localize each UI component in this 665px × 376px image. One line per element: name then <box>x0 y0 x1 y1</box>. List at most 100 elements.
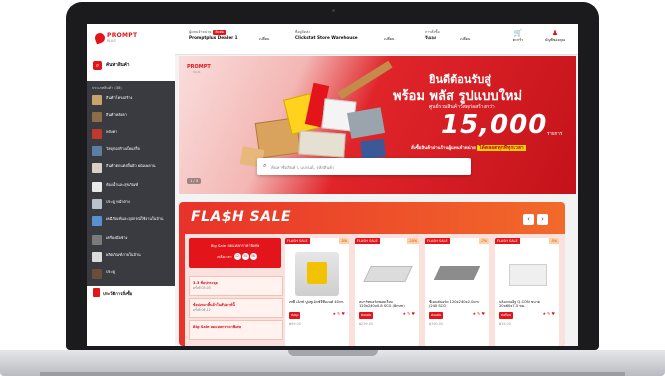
cart-icon: 🛒 <box>513 29 523 37</box>
category-label: สินค้าตกแต่งพื้นผิว ผนังเพดาน <box>106 163 156 168</box>
product-name: ซีเมนต์บอร์ด 120x240x2.0cm (240 SCG <box>429 300 479 309</box>
product-card[interactable]: FLASH SALE -10% สมาร์ทบอร์ดซอยเรียบ 120x… <box>355 238 419 346</box>
banner-unit: รายการ <box>547 132 563 137</box>
account-label: บัญชีของคุณ <box>545 38 565 42</box>
laptop-shadow <box>40 372 625 376</box>
order-history-link[interactable]: ประวัติการสั่งซื้อ <box>87 286 175 300</box>
flash-slot-date: ครั้งที่ 03.03 <box>193 286 211 290</box>
change-store-link[interactable]: เปลี่ยน <box>384 36 394 42</box>
unit-select[interactable]: ต่อแผ่น <box>359 312 374 319</box>
category-label: เครื่องมือช่าง <box>106 235 128 240</box>
card-action-icons[interactable]: ★✎♥ <box>332 311 346 316</box>
flash-badge: FLASH SALE <box>495 238 520 244</box>
cement-board-image <box>433 252 481 296</box>
unit-select[interactable]: ต่อแผ่น <box>429 312 444 319</box>
dealer-name: Promptplus Dealer 1 <box>189 35 238 40</box>
product-card[interactable]: FLASH SALE -7% ซีเมนต์บอร์ด 120x240x2.0c… <box>425 238 489 346</box>
category-label: หลังคา <box>106 129 118 134</box>
discount-badge: -10% <box>406 238 419 244</box>
flash-prev-button[interactable]: ‹ <box>523 214 534 225</box>
product-name: สมาร์ทบอร์ดซอยเรียบ 120x240x0.8 SCG (8mm… <box>359 300 405 309</box>
order-history-icon <box>93 288 100 297</box>
prompt-plus-logo[interactable]: PROMPT PLUS <box>93 31 141 46</box>
product-price: ฿299.00 <box>359 322 374 326</box>
store-name: Clickstat Store Warehouse <box>295 35 358 40</box>
unit-select[interactable]: ต่อถุง <box>289 312 301 319</box>
category-item[interactable]: ห้องน้ำและสุขภัณฑ์ <box>92 181 174 195</box>
unit-select[interactable]: ต่อก้อน <box>499 312 514 319</box>
flash-slot-title: Big Sale ลดแหลกราคาพิเศษ <box>193 325 241 329</box>
product-card[interactable]: FLASH SALE -5% บล็อกก่ออิฐ Q-CON ขนาด 20… <box>495 238 559 346</box>
category-label: ผลิตภัณฑ์ภายในบ้าน <box>106 252 141 257</box>
category-item[interactable]: สินค้าตกแต่งพื้นผิว ผนังเพดาน <box>92 162 174 176</box>
sidebar-search-button[interactable]: ⌕ ค้นหาสินค้า <box>93 60 169 72</box>
flash-badge: FLASH SALE <box>285 238 310 244</box>
category-thumbnail <box>92 252 102 262</box>
cart-button[interactable]: 🛒 ตะกร้า <box>507 29 529 43</box>
category-item[interactable]: ผลิตภัณฑ์ภายในบ้าน <box>92 251 174 265</box>
category-item[interactable]: เครื่องมือช่าง <box>92 234 174 248</box>
product-price: ฿35.00 <box>499 322 511 326</box>
category-item[interactable]: ประตู <box>92 268 174 282</box>
sidebar-search-label: ค้นหาสินค้า <box>106 63 130 68</box>
flash-sale-panel: Big Sale ลดแหลกราคาพิเศษ เหลือเวลา 12 34… <box>189 238 283 346</box>
flash-next-button[interactable]: › <box>537 214 548 225</box>
search-icon: ⌕ <box>263 162 267 169</box>
flash-sale-title: FLA$H SALE <box>191 209 292 225</box>
category-thumbnail <box>92 129 102 139</box>
category-label: ห้องน้ำและสุขภัณฑ์ <box>106 182 139 187</box>
banner-footer: สั่งซื้อสินค้าผ่านร้านผู้แทนจำหน่าย ได้ต… <box>411 144 526 152</box>
logo-subtext: PLUS <box>107 39 116 43</box>
card-action-icons[interactable]: ★✎♥ <box>402 311 416 316</box>
category-thumbnail <box>92 112 102 122</box>
card-action-icons[interactable]: ★✎♥ <box>472 311 486 316</box>
category-label: เคมีภัณฑ์และอุปกรณ์ใช้งานในบ้าน <box>106 216 164 221</box>
flash-sale-content: Big Sale ลดแหลกราคาพิเศษ เหลือเวลา 12 34… <box>185 234 565 346</box>
category-label: ประตู หน้าต่าง <box>106 199 130 204</box>
category-item[interactable]: เคมีภัณฑ์และอุปกรณ์ใช้งานในบ้าน <box>92 215 174 229</box>
dealer-label: ผู้แทนจำหน่าย <box>189 30 212 34</box>
logo-text: PROMPT <box>107 32 138 39</box>
category-panel: ประเภทสินค้า (38) สินค้าโครงสร้าง สินค้า… <box>87 81 175 299</box>
laptop-notch <box>288 350 378 356</box>
flash-slot[interactable]: ช้อปเหมาสิ้นค้าในสัปดาห์นี้ ครั้งที่ 06.1… <box>189 298 283 318</box>
store-label: ที่อยู่จัดส่ง <box>295 30 311 34</box>
flash-slot[interactable]: Big Sale ลดแหลกราคาพิเศษ <box>189 320 283 340</box>
timer-hours: 12 <box>233 253 241 260</box>
shipping-label: การสั่งซื้อ <box>425 30 440 34</box>
category-thumbnail <box>92 146 102 156</box>
category-item[interactable]: ประตู หน้าต่าง <box>92 198 174 212</box>
change-shipping-link[interactable]: เปลี่ยน <box>460 36 470 42</box>
product-name: บล็อกก่ออิฐ Q-CON ขนาด 20x60x7.5 ซม. <box>499 300 541 309</box>
category-header: ประเภทสินค้า (38) <box>92 86 122 90</box>
category-item[interactable]: สินค้าโครงสร้าง <box>92 94 174 108</box>
product-card[interactable]: FLASH SALE -5% เทพี เอ็กซ์ ปูนทูเอ็กซ์จี… <box>285 238 349 346</box>
discount-badge: -7% <box>478 238 489 244</box>
category-item[interactable]: หลังคา <box>92 128 174 142</box>
flash-slot-date: ครั้งที่ 06.12 <box>193 308 211 312</box>
category-item[interactable]: สินค้าหลังคา <box>92 111 174 125</box>
category-label: สินค้าหลังคา <box>106 112 127 117</box>
account-icon: ♟ <box>551 29 559 37</box>
timer-label: เหลือเวลา <box>217 255 232 259</box>
card-action-icons[interactable]: ★✎♥ <box>542 311 556 316</box>
shipping-selector: การสั่งซื้อ รับเอง <box>425 30 440 40</box>
category-item[interactable]: วัสดุก่อสร้างเบ็ดเสร็จ <box>92 145 174 159</box>
banner-product-count: 15,000 <box>441 110 548 140</box>
browser-viewport: PROMPT PLUS ผู้แทนจำหน่าย ติดต่อ Promptpl… <box>87 24 578 346</box>
flash-panel-title: Big Sale ลดแหลกราคาพิเศษ <box>210 243 260 248</box>
flash-slot[interactable]: 3.3 ช้อปกระจุย ครั้งที่ 03.03 <box>189 276 283 296</box>
banner-pager[interactable]: 1 / 3 <box>187 178 202 184</box>
banner-logo-sub: PLUS <box>193 70 201 74</box>
change-dealer-link[interactable]: เปลี่ยน <box>259 36 269 42</box>
category-label: ประตู <box>106 269 115 274</box>
cement-bag-image <box>295 252 339 296</box>
discount-badge: -5% <box>338 238 349 244</box>
banner-footer-text: สั่งซื้อสินค้าผ่านร้านผู้แทนจำหน่าย <box>411 146 476 151</box>
category-label: สินค้าโครงสร้าง <box>106 95 133 100</box>
account-button[interactable]: ♟ บัญชีของคุณ <box>537 29 573 43</box>
product-search-bar[interactable]: ⌕ ค้นหาชื่อสินค้า, แบรนด์, รหัสสินค้า <box>257 158 471 175</box>
product-price: ฿99.00 <box>289 322 301 326</box>
dealer-selector: ผู้แทนจำหน่าย ติดต่อ Promptplus Dealer 1 <box>189 30 238 40</box>
concrete-block-image <box>505 252 549 296</box>
